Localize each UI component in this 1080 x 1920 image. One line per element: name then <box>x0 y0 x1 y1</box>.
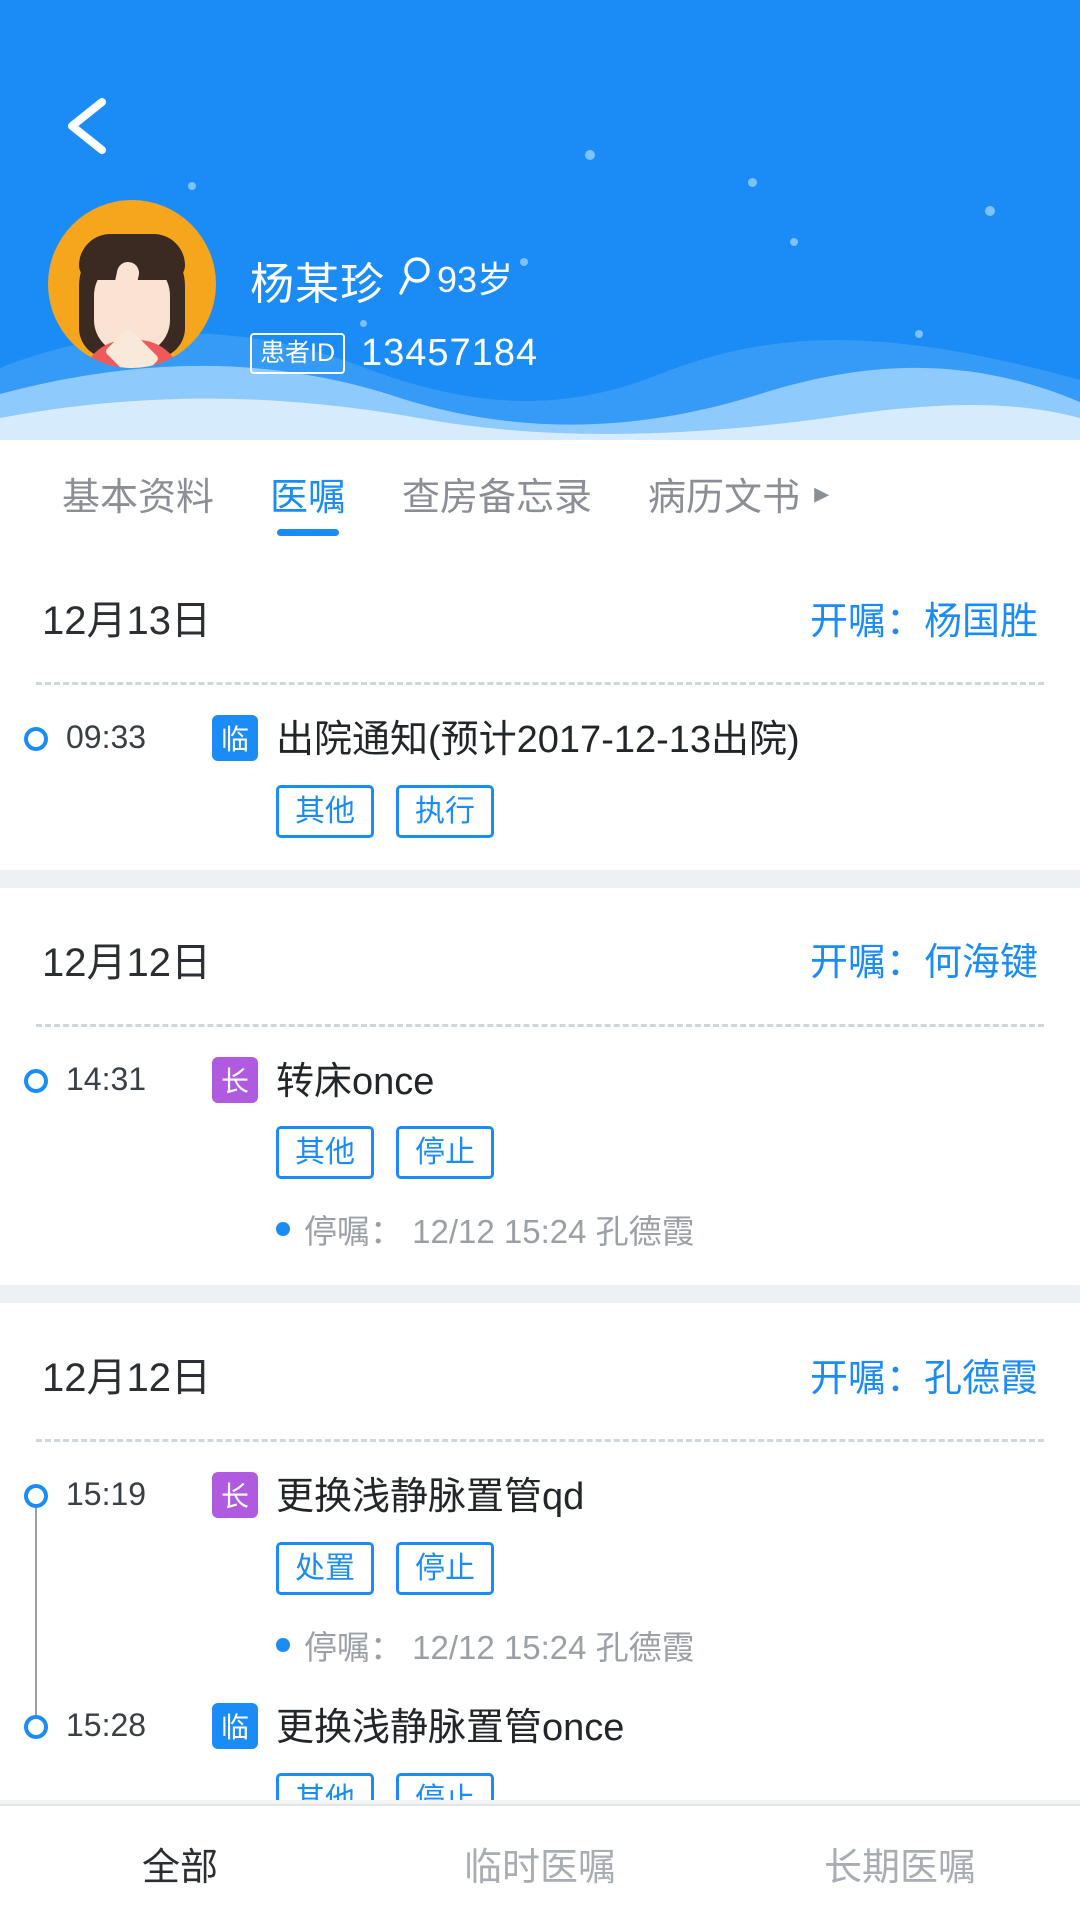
filter-label: 全部 <box>141 1846 218 1889</box>
timeline-connector <box>35 1484 37 1730</box>
order-note: 停嘱： 12/12 15:24 孔德霞 <box>276 1205 1040 1253</box>
order-title: 更换浅静脉置管qd <box>276 1476 585 1519</box>
order-tag[interactable]: 执行 <box>396 784 494 838</box>
tab-rounds-memo[interactable]: 查房备忘录 <box>374 440 620 546</box>
patient-id-label: 患者ID <box>250 333 346 374</box>
timeline-dot-icon <box>24 1484 48 1509</box>
order-tag[interactable]: 停止 <box>396 1542 494 1596</box>
timeline: 09:33 <box>0 719 212 838</box>
tab-medical-records[interactable]: 病历文书 <box>620 440 828 546</box>
order-body: 临 出院通知(预计2017-12-13出院) 其他 执行 <box>212 715 1080 838</box>
order-note: 停嘱： 12/12 15:24 孔德霞 <box>276 1621 1040 1669</box>
tab-bar: 基本资料 医嘱 查房备忘录 病历文书 ▸ <box>0 440 1080 546</box>
bullet-icon <box>276 1638 290 1653</box>
timeline-dot-icon <box>24 1068 48 1093</box>
card-orders: 14:31 长 转床once 其他 停止 停嘱： 12/12 15:24 孔德霞 <box>0 1027 1080 1268</box>
tab-label: 医嘱 <box>270 476 347 519</box>
order-tag[interactable]: 其他 <box>276 1772 374 1800</box>
order-time: 09:33 <box>66 719 147 755</box>
order-tags: 其他 停止 <box>276 1772 1040 1800</box>
card-doctor[interactable]: 开嘱：何海键 <box>810 931 1038 986</box>
filter-temporary-orders[interactable]: 临时医嘱 <box>360 1836 720 1891</box>
order-item[interactable]: 15:19 长 更换浅静脉置管qd 处置 停止 停嘱： 12/12 15:24 … <box>0 1472 1080 1730</box>
card-doctor[interactable]: 开嘱：杨国胜 <box>810 590 1038 645</box>
order-tags: 其他 停止 <box>276 1126 1040 1180</box>
order-time: 14:31 <box>66 1060 147 1097</box>
tab-orders[interactable]: 医嘱 <box>242 440 374 546</box>
timeline-dot-icon <box>24 727 48 751</box>
timeline: 15:28 <box>0 1707 212 1800</box>
patient-header: 杨某珍 93岁 患者ID 13457184 <box>0 0 1080 440</box>
order-body: 长 转床once 其他 停止 停嘱： 12/12 15:24 孔德霞 <box>212 1056 1080 1254</box>
chevron-left-icon <box>68 98 106 154</box>
back-button[interactable] <box>40 78 136 174</box>
tab-label: 基本资料 <box>62 476 215 519</box>
order-card-header: 12月12日 开嘱：孔德霞 <box>0 1303 1080 1439</box>
order-tag[interactable]: 其他 <box>276 784 374 838</box>
bottom-filter-bar: 全部 临时医嘱 长期医嘱 <box>0 1804 1080 1920</box>
card-orders: 09:33 临 出院通知(预计2017-12-13出院) 其他 执行 <box>0 685 1080 852</box>
order-item[interactable]: 14:31 长 转床once 其他 停止 停嘱： 12/12 15:24 孔德霞 <box>0 1056 1080 1268</box>
order-note-text: 停嘱： 12/12 15:24 孔德霞 <box>304 1213 695 1251</box>
order-tag[interactable]: 处置 <box>276 1542 374 1596</box>
order-tags: 处置 停止 <box>276 1542 1040 1596</box>
order-body: 长 更换浅静脉置管qd 处置 停止 停嘱： 12/12 15:24 孔德霞 <box>212 1472 1080 1669</box>
card-date: 12月13日 <box>42 599 211 643</box>
avatar <box>48 200 216 368</box>
order-type-badge: 长 <box>212 1056 258 1103</box>
tab-label: 病历文书 <box>648 476 801 519</box>
patient-age: 93岁 <box>437 259 514 300</box>
order-card-header: 12月12日 开嘱：何海键 <box>0 888 1080 1024</box>
order-time: 15:28 <box>66 1707 147 1744</box>
order-card-header: 12月13日 开嘱：杨国胜 <box>0 546 1080 682</box>
order-tags: 其他 执行 <box>276 784 1040 838</box>
patient-name: 杨某珍 <box>250 260 385 309</box>
filter-label: 临时医嘱 <box>463 1846 616 1889</box>
card-date: 12月12日 <box>42 940 211 985</box>
tab-basic-info[interactable]: 基本资料 <box>34 440 242 546</box>
card-orders: 15:19 长 更换浅静脉置管qd 处置 停止 停嘱： 12/12 15:24 … <box>0 1442 1080 1800</box>
timeline: 14:31 <box>0 1061 212 1254</box>
order-card: 12月12日 开嘱：何海键 14:31 长 转床once 其他 停止 停嘱： 1… <box>0 887 1080 1286</box>
order-type-badge: 长 <box>212 1472 258 1519</box>
order-tag[interactable]: 停止 <box>396 1772 494 1800</box>
patient-orders-screen: 杨某珍 93岁 患者ID 13457184 基本资料 医嘱 查房备忘录 病历文书… <box>0 0 1080 1920</box>
filter-long-term-orders[interactable]: 长期医嘱 <box>720 1836 1080 1891</box>
order-item[interactable]: 09:33 临 出院通知(预计2017-12-13出院) 其他 执行 <box>0 715 1080 852</box>
order-title: 出院通知(预计2017-12-13出院) <box>276 719 800 761</box>
filter-label: 长期医嘱 <box>823 1846 976 1889</box>
filter-all[interactable]: 全部 <box>0 1836 360 1891</box>
order-title: 更换浅静脉置管once <box>276 1707 625 1750</box>
patient-id-value: 13457184 <box>361 332 539 374</box>
order-tag[interactable]: 其他 <box>276 1126 374 1180</box>
order-body: 临 更换浅静脉置管once 其他 停止 停嘱： 12/12 15:24 孔德霞 <box>212 1703 1080 1800</box>
timeline: 15:19 <box>0 1476 212 1730</box>
order-time: 15:19 <box>66 1476 147 1513</box>
order-tag[interactable]: 停止 <box>396 1126 494 1180</box>
order-note-text: 停嘱： 12/12 15:24 孔德霞 <box>304 1629 695 1667</box>
order-title: 转床once <box>276 1060 435 1103</box>
bullet-icon <box>276 1222 290 1237</box>
female-gender-icon <box>399 257 430 295</box>
card-doctor[interactable]: 开嘱：孔德霞 <box>810 1347 1038 1402</box>
order-type-badge: 临 <box>212 1703 258 1750</box>
timeline-dot-icon <box>24 1715 48 1740</box>
tab-label: 查房备忘录 <box>402 476 593 519</box>
order-card: 12月12日 开嘱：孔德霞 15:19 长 更换浅静脉置管qd 处置 停止 停嘱… <box>0 1303 1080 1800</box>
patient-info: 杨某珍 93岁 患者ID 13457184 <box>250 248 538 375</box>
order-type-badge: 临 <box>212 715 258 761</box>
orders-list[interactable]: 12月13日 开嘱：杨国胜 09:33 临 出院通知(预计2017-12-13出… <box>0 546 1080 1800</box>
order-item[interactable]: 15:28 临 更换浅静脉置管once 其他 停止 停嘱 <box>0 1703 1080 1800</box>
order-card: 12月13日 开嘱：杨国胜 09:33 临 出院通知(预计2017-12-13出… <box>0 546 1080 870</box>
card-date: 12月12日 <box>42 1356 211 1401</box>
